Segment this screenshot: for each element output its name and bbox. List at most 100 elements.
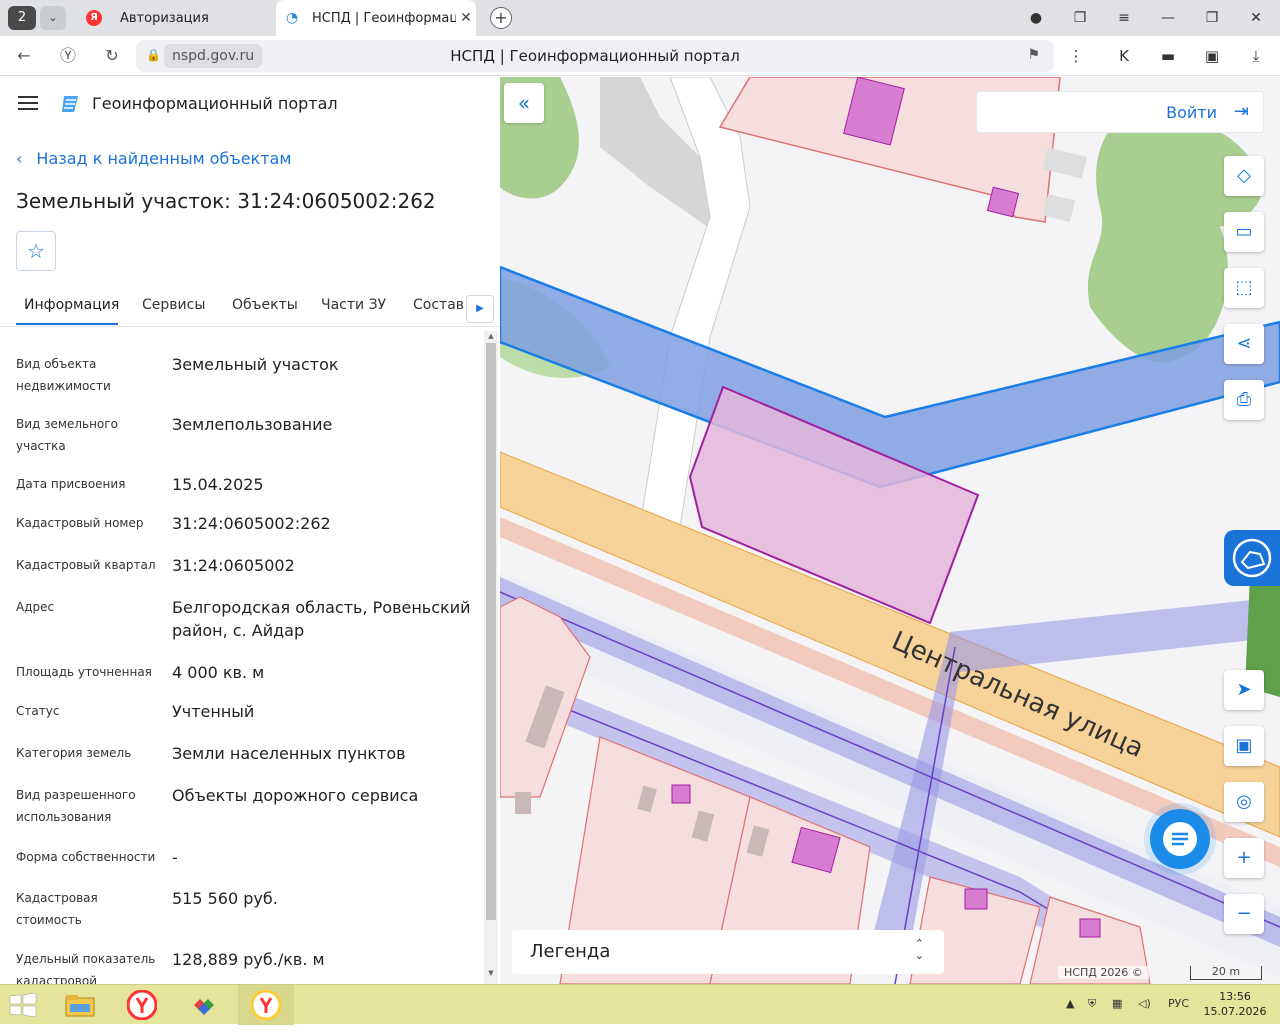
- clock[interactable]: 13:56 15.07.2026: [1200, 989, 1270, 1019]
- reload-icon[interactable]: ↻: [98, 44, 126, 68]
- profile-icon[interactable]: ●: [1014, 0, 1058, 36]
- chat-icon: [1163, 822, 1197, 856]
- map-copyright: НСПД 2026 ©: [1058, 966, 1149, 979]
- panel-scrollbar-thumb[interactable]: [486, 343, 496, 920]
- extension-k-icon[interactable]: K: [1110, 44, 1138, 68]
- login-label: Войти: [1166, 103, 1217, 122]
- tab-objects[interactable]: Объекты: [232, 297, 298, 313]
- tab-services[interactable]: Сервисы: [142, 297, 205, 313]
- object-title: Земельный участок: 31:24:0605002:262: [16, 189, 436, 213]
- new-tab-button[interactable]: +: [490, 7, 512, 29]
- back-icon[interactable]: ←: [10, 44, 38, 68]
- field-label: Площадь уточненная: [16, 665, 152, 679]
- more-icon[interactable]: ⋮: [1062, 44, 1090, 68]
- bookmark-icon[interactable]: ⚑: [1027, 47, 1040, 63]
- extension-doc-icon[interactable]: ▣: [1198, 44, 1226, 68]
- legend-label: Легенда: [530, 941, 611, 962]
- field-label: Статус: [16, 704, 60, 718]
- ruler-icon[interactable]: ▭: [1224, 212, 1264, 252]
- field-label: Дата присвоения: [16, 477, 126, 491]
- field-label: Кадастровый номер: [16, 516, 144, 530]
- field-value: 128,889 руб./кв. м: [172, 950, 325, 969]
- assistant-button[interactable]: [1224, 530, 1280, 586]
- print-icon[interactable]: ⎙: [1224, 380, 1264, 420]
- language-indicator[interactable]: РУС: [1168, 997, 1189, 1010]
- portal-logo-icon: [62, 96, 78, 112]
- clock-date: 15.07.2026: [1203, 1005, 1267, 1018]
- chat-button[interactable]: [1150, 809, 1210, 869]
- map-scale: 20 m: [1190, 966, 1262, 980]
- zoom-in-icon[interactable]: +: [1224, 838, 1264, 878]
- download-icon[interactable]: ⤓: [1242, 44, 1270, 68]
- url-page-title: НСПД | Геоинформационный портал: [450, 47, 740, 65]
- locate-icon[interactable]: ➤: [1224, 670, 1264, 710]
- field-label: Вид земельного участка: [16, 417, 118, 453]
- field-value: Земли населенных пунктов: [172, 744, 406, 763]
- building: [515, 792, 531, 814]
- login-icon: ⇥: [1233, 101, 1249, 122]
- field-label: Кадастровый квартал: [16, 558, 156, 572]
- menu-icon[interactable]: ≡: [1102, 0, 1146, 36]
- windows-start-icon[interactable]: [8, 993, 38, 1017]
- tab-count-button[interactable]: 2: [8, 6, 36, 30]
- minimize-button[interactable]: —: [1146, 0, 1190, 36]
- assistant-icon: [1232, 538, 1272, 578]
- collapse-panel-icon[interactable]: «: [504, 83, 544, 123]
- tab-title: НСПД | Геоинформаци: [312, 10, 456, 26]
- address-bar: ← Ⓨ ↻ 🔒 nspd.gov.ru НСПД | Геоинформацио…: [0, 36, 1280, 76]
- network-icon[interactable]: ▦: [1112, 997, 1122, 1010]
- close-window-button[interactable]: ✕: [1234, 0, 1278, 36]
- yandex-app-icon[interactable]: [238, 985, 294, 1025]
- app-diamonds-icon[interactable]: [176, 985, 232, 1025]
- field-label: Вид разрешенного использования: [16, 788, 136, 824]
- yandex-favicon-icon: Я: [86, 10, 102, 26]
- field-value: Объекты дорожного сервиса: [172, 786, 419, 805]
- collections-icon[interactable]: ❐: [1058, 0, 1102, 36]
- chevron-left-icon: ‹: [16, 149, 23, 168]
- login-button[interactable]: Войти ⇥: [976, 91, 1264, 133]
- tab-authorization[interactable]: Я Авторизация: [76, 0, 272, 36]
- field-value: Учтенный: [172, 702, 255, 721]
- field-value: 15.04.2025: [172, 475, 264, 494]
- field-value: 4 000 кв. м: [172, 663, 265, 682]
- info-tabs: Информация Сервисы Объекты Части ЗУ Сост…: [0, 285, 500, 327]
- extension-hat-icon[interactable]: ▬: [1154, 44, 1182, 68]
- legend-dropdown[interactable]: Легенда ⌃ ⌄: [512, 930, 944, 974]
- windows-taskbar: ▲ ⛨ ▦ ◁) РУС 13:56 15.07.2026: [0, 984, 1280, 1025]
- area-search-icon[interactable]: ⬚: [1224, 268, 1264, 308]
- yandex-browser-icon[interactable]: [114, 985, 170, 1025]
- tab-parts[interactable]: Части ЗУ: [321, 297, 386, 313]
- url-field[interactable]: 🔒 nspd.gov.ru НСПД | Геоинформационный п…: [136, 40, 1054, 72]
- browser-tab-bar: 2 ⌄ Я Авторизация ◔ НСПД | Геоинформаци …: [0, 0, 1280, 36]
- tab-nspd[interactable]: ◔ НСПД | Геоинформаци ✕: [276, 0, 476, 36]
- hamburger-menu-icon[interactable]: [18, 96, 38, 110]
- zoom-out-icon[interactable]: −: [1224, 894, 1264, 934]
- tab-close-icon[interactable]: ✕: [456, 10, 476, 26]
- tab-composition[interactable]: Состав: [413, 297, 464, 313]
- scroll-down-icon[interactable]: ▼: [486, 969, 496, 979]
- field-value: Землепользование: [172, 415, 333, 434]
- tab-information[interactable]: Информация: [24, 297, 119, 313]
- tab-list-dropdown-icon[interactable]: ⌄: [40, 6, 66, 30]
- tray-expand-icon[interactable]: ▲: [1066, 997, 1074, 1010]
- tray-security-icon[interactable]: ⛨: [1088, 997, 1096, 1011]
- minimap-icon[interactable]: ▣: [1224, 726, 1264, 766]
- field-value: Белгородская область, Ровеньский район, …: [172, 598, 471, 640]
- yandex-home-icon[interactable]: Ⓨ: [54, 44, 82, 68]
- back-to-results-link[interactable]: ‹ Назад к найденным объектам: [16, 149, 291, 168]
- field-value: -: [172, 848, 178, 867]
- volume-icon[interactable]: ◁): [1138, 997, 1151, 1010]
- building: [964, 888, 988, 910]
- scroll-up-icon[interactable]: ▲: [486, 332, 496, 342]
- field-label: Удельный показатель кадастровой: [16, 952, 156, 984]
- layers-icon[interactable]: ◇: [1224, 156, 1264, 196]
- file-explorer-icon[interactable]: [52, 985, 108, 1025]
- tabs-scroll-right-icon[interactable]: ▶: [466, 295, 494, 323]
- building: [671, 784, 691, 804]
- restore-button[interactable]: ❐: [1190, 0, 1234, 36]
- field-value: 515 560 руб.: [172, 889, 278, 908]
- star-icon[interactable]: ☆: [16, 231, 56, 271]
- share-icon[interactable]: ⋖: [1224, 324, 1264, 364]
- back-link-label: Назад к найденным объектам: [36, 149, 292, 168]
- geo-search-icon[interactable]: ◎: [1224, 782, 1264, 822]
